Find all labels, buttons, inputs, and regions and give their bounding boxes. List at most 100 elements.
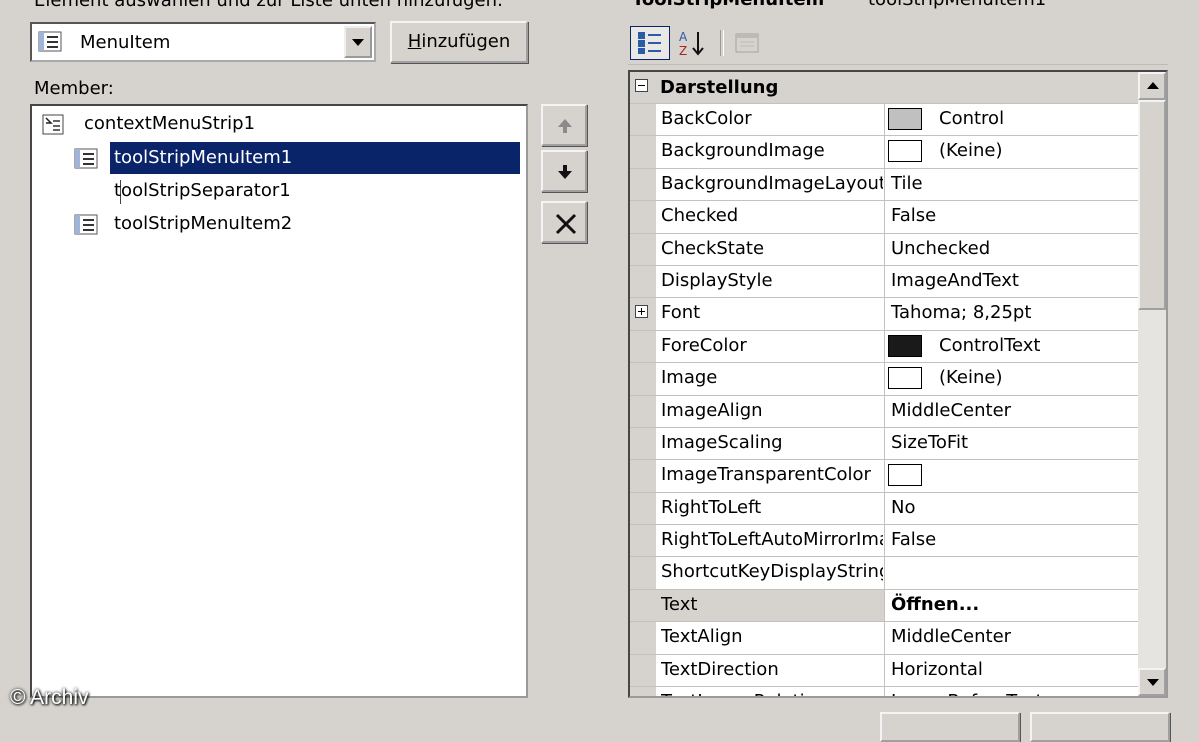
row-gutter xyxy=(630,492,656,525)
column-divider xyxy=(884,622,885,654)
property-row-checkstate[interactable]: CheckState Unchecked xyxy=(630,233,1138,266)
column-divider xyxy=(884,460,885,492)
property-value[interactable]: (Keine) xyxy=(939,367,1003,388)
categorized-view-button[interactable] xyxy=(630,26,670,60)
property-name: RightToLeft xyxy=(661,496,762,518)
scroll-thumb[interactable] xyxy=(1138,100,1166,310)
scroll-up-button[interactable] xyxy=(1138,72,1166,100)
property-pages-button[interactable] xyxy=(728,26,768,60)
dialog-button-1[interactable] xyxy=(880,712,1020,742)
property-value[interactable]: False xyxy=(891,529,936,550)
row-gutter xyxy=(630,395,656,427)
property-row-forecolor[interactable]: ForeColor ControlText xyxy=(630,330,1138,364)
property-name: TextAlign xyxy=(661,626,743,648)
property-grid[interactable]: Darstellung BackColor Control BackgroundIm… xyxy=(628,70,1168,698)
property-value[interactable]: Unchecked xyxy=(891,238,990,259)
row-gutter xyxy=(630,654,656,687)
selected-object-type: ToolStripMenuItem xyxy=(632,0,824,10)
row-gutter xyxy=(630,557,656,589)
collapse-icon[interactable] xyxy=(635,79,648,92)
row-gutter xyxy=(630,363,656,395)
property-value[interactable]: Tile xyxy=(891,173,923,194)
property-name: TextImageRelation xyxy=(661,691,883,696)
property-row-righttoleftautomirrorimage[interactable]: RightToLeftAutoMirrorImage False xyxy=(630,525,1138,558)
delete-x-icon xyxy=(555,213,577,235)
dropdown-arrow-button[interactable] xyxy=(344,26,372,58)
property-value[interactable]: ImageBeforeText xyxy=(891,691,1043,696)
property-row-backgroundimagelayout[interactable]: BackgroundImageLayout Tile xyxy=(630,168,1138,202)
property-value[interactable]: ControlText xyxy=(939,335,1040,356)
property-value[interactable]: Horizontal xyxy=(891,659,983,680)
property-value[interactable]: MiddleCenter xyxy=(891,400,1011,421)
property-row-checked[interactable]: Checked False xyxy=(630,201,1138,234)
property-name: DisplayStyle xyxy=(661,269,773,291)
property-row-imagescaling[interactable]: ImageScaling SizeToFit xyxy=(630,427,1138,461)
property-row-displaystyle[interactable]: DisplayStyle ImageAndText xyxy=(630,265,1138,299)
property-value[interactable]: SizeToFit xyxy=(891,432,968,453)
property-row-imagealign[interactable]: ImageAlign MiddleCenter xyxy=(630,395,1138,428)
property-row-imagetransparentcolor[interactable]: ImageTransparentColor xyxy=(630,460,1138,493)
item-type-combobox[interactable]: MenuItem xyxy=(30,22,376,62)
property-row-textalign[interactable]: TextAlign MiddleCenter xyxy=(630,622,1138,655)
member-label: Member: xyxy=(34,78,114,99)
row-gutter xyxy=(630,330,656,363)
category-row[interactable]: Darstellung xyxy=(630,72,1138,104)
column-divider xyxy=(884,589,885,622)
row-gutter xyxy=(630,460,656,492)
move-down-button[interactable] xyxy=(541,150,587,192)
row-gutter xyxy=(630,168,656,201)
alphabetical-view-button[interactable]: A Z xyxy=(672,26,712,60)
property-name: RightToLeftAutoMirrorImage xyxy=(661,529,883,551)
menu-item-icon xyxy=(74,148,98,169)
row-gutter xyxy=(630,687,656,696)
tree-root-label: contextMenuStrip1 xyxy=(84,113,256,134)
property-value[interactable]: Control xyxy=(939,108,1004,129)
property-name: Image xyxy=(661,367,718,389)
property-name: ImageScaling xyxy=(661,431,783,453)
property-value[interactable]: (Keine) xyxy=(939,140,1003,161)
property-row-righttoleft[interactable]: RightToLeft No xyxy=(630,492,1138,526)
property-value[interactable]: Öffnen... xyxy=(891,594,979,615)
row-gutter xyxy=(630,104,656,136)
context-menu-strip-icon xyxy=(42,114,64,135)
property-row-backgroundimage[interactable]: BackgroundImage (Keine) xyxy=(630,136,1138,169)
scroll-down-button[interactable] xyxy=(1138,668,1166,696)
property-value[interactable]: False xyxy=(891,205,936,226)
property-row-textdirection[interactable]: TextDirection Horizontal xyxy=(630,654,1138,688)
menu-item-icon xyxy=(74,214,98,235)
column-divider xyxy=(884,298,885,330)
arrow-up-icon xyxy=(558,119,572,133)
property-name: Font xyxy=(661,302,701,324)
property-name: BackgroundImage xyxy=(661,140,825,162)
vertical-scrollbar[interactable] xyxy=(1138,72,1166,696)
property-row-textimagerelation[interactable]: TextImageRelation ImageBeforeText xyxy=(630,687,1138,696)
property-row-backcolor[interactable]: BackColor Control xyxy=(630,104,1138,137)
column-divider xyxy=(884,492,885,525)
row-gutter xyxy=(630,265,656,298)
property-name: BackColor xyxy=(661,108,752,129)
move-up-button[interactable] xyxy=(541,104,587,146)
property-row-text[interactable]: Text Öffnen... xyxy=(630,589,1138,623)
property-value[interactable]: ImageAndText xyxy=(891,270,1019,291)
property-value[interactable]: MiddleCenter xyxy=(891,626,1011,647)
row-gutter xyxy=(630,201,656,233)
expand-icon[interactable] xyxy=(635,305,648,319)
dialog-button-2[interactable] xyxy=(1030,712,1170,742)
property-name: ImageTransparentColor xyxy=(661,464,871,486)
property-row-shortcutkeydisplaystring[interactable]: ShortcutKeyDisplayString xyxy=(630,557,1138,590)
row-gutter xyxy=(630,233,656,265)
member-tree[interactable]: contextMenuStrip1 toolStripMenuItem1 too… xyxy=(30,104,528,698)
property-name: CheckState xyxy=(661,237,765,259)
property-value[interactable]: Tahoma; 8,25pt xyxy=(891,302,1031,323)
property-value[interactable]: No xyxy=(891,497,915,518)
property-name: ForeColor xyxy=(661,334,747,356)
add-button[interactable]: Hinzufügen xyxy=(390,21,528,63)
column-divider xyxy=(884,265,885,298)
column-divider xyxy=(884,654,885,687)
delete-button[interactable] xyxy=(541,201,587,243)
column-divider xyxy=(884,427,885,460)
property-row-image[interactable]: Image (Keine) xyxy=(630,363,1138,396)
menu-item-icon xyxy=(38,31,64,58)
property-row-font[interactable]: Font Tahoma; 8,25pt xyxy=(630,298,1138,331)
color-swatch xyxy=(888,108,922,130)
